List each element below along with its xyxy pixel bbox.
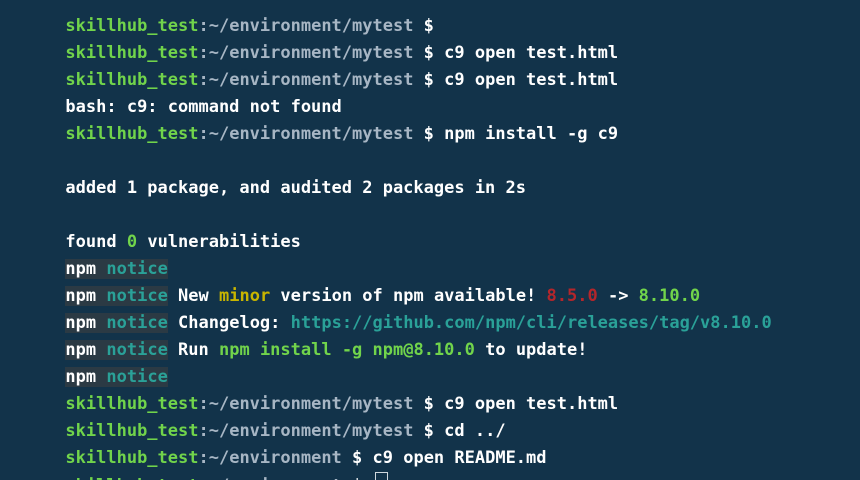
terminal-window[interactable]: skillhub_test:~/environment/mytest $ ski…: [0, 0, 860, 480]
notice-text: version of npm available!: [270, 286, 547, 306]
npm-tag: npm: [65, 259, 97, 279]
run-label: Run: [167, 340, 219, 360]
vulnerabilities-label: vulnerabilities: [137, 232, 301, 252]
prompt-user: skillhub_test: [65, 124, 199, 144]
prompt-colon: :: [198, 421, 209, 441]
command-text: c9 open test.html: [444, 70, 619, 90]
prompt-path: ~/environment/mytest: [208, 124, 414, 144]
prompt-colon: :: [198, 43, 209, 63]
changelog-link[interactable]: https://github.com/npm/cli/releases/tag/…: [291, 313, 772, 333]
notice-tag: notice: [106, 259, 168, 279]
changelog-label: Changelog:: [167, 313, 291, 333]
prompt-colon: :: [198, 394, 209, 414]
prompt-dollar: $: [413, 16, 445, 36]
prompt-path: ~/environment/mytest: [208, 16, 414, 36]
prompt-dollar: $: [413, 124, 445, 144]
prompt-dollar: $: [413, 70, 445, 90]
version-arrow: ->: [597, 286, 639, 306]
update-label: to update!: [474, 340, 588, 360]
prompt-colon: :: [198, 70, 209, 90]
prompt-colon: :: [198, 448, 209, 468]
update-command: npm install -g npm@8.10.0: [219, 340, 475, 360]
found-label: found: [65, 232, 127, 252]
command-text: c9 open README.md: [372, 448, 547, 468]
npm-tag: npm: [65, 313, 97, 333]
notice-text: New: [167, 286, 219, 306]
prompt-colon: :: [198, 124, 209, 144]
prompt-path: ~/environment/mytest: [208, 70, 414, 90]
new-version: 8.10.0: [638, 286, 701, 306]
vulnerability-count: 0: [126, 232, 138, 252]
terminal-line: added 1 package, and audited 2 packages …: [4, 148, 772, 198]
prompt-colon: :: [198, 476, 208, 480]
command-text: cd ../: [444, 421, 506, 441]
notice-tag: notice: [106, 286, 168, 306]
terminal-output: skillhub_test:~/environment/mytest $ ski…: [4, 0, 772, 480]
install-output: added 1 package, and audited 2 packages …: [65, 178, 526, 198]
minor-label: minor: [219, 286, 271, 306]
npm-tag: npm: [65, 367, 97, 387]
npm-tag: npm: [65, 340, 97, 360]
command-text: npm install -g c9: [444, 124, 619, 144]
error-output: bash: c9: command not found: [65, 97, 342, 117]
prompt-user: skillhub_test: [65, 70, 199, 90]
prompt-user: skillhub_test: [65, 448, 199, 468]
prompt-dollar: $: [413, 394, 445, 414]
prompt-path: ~/environment: [209, 476, 342, 480]
prompt-path: ~/environment/mytest: [208, 394, 414, 414]
notice-tag: notice: [106, 367, 168, 387]
prompt-user: skillhub_test: [65, 421, 199, 441]
prompt-user: skillhub_test: [65, 476, 198, 480]
prompt-path: ~/environment/mytest: [208, 43, 414, 63]
prompt-dollar: $: [413, 421, 445, 441]
prompt-dollar: $: [413, 43, 445, 63]
notice-tag: notice: [106, 340, 168, 360]
terminal-line: skillhub_test:~/environment/mytest $: [4, 0, 772, 36]
command-text: c9 open test.html: [444, 43, 619, 63]
prompt-user: skillhub_test: [65, 16, 199, 36]
prompt-user: skillhub_test: [65, 394, 199, 414]
prompt-colon: :: [198, 16, 209, 36]
npm-tag: npm: [65, 286, 97, 306]
prompt-user: skillhub_test: [65, 43, 199, 63]
prompt-path: ~/environment/mytest: [208, 421, 414, 441]
terminal-cursor[interactable]: [374, 472, 388, 480]
command-text: c9 open test.html: [444, 394, 619, 414]
current-version: 8.5.0: [546, 286, 598, 306]
terminal-line: found 0 vulnerabilities: [4, 202, 772, 252]
prompt-path: ~/environment: [208, 448, 342, 468]
prompt-dollar: $: [341, 448, 373, 468]
prompt-dollar: $: [342, 476, 373, 480]
notice-tag: notice: [106, 313, 168, 333]
